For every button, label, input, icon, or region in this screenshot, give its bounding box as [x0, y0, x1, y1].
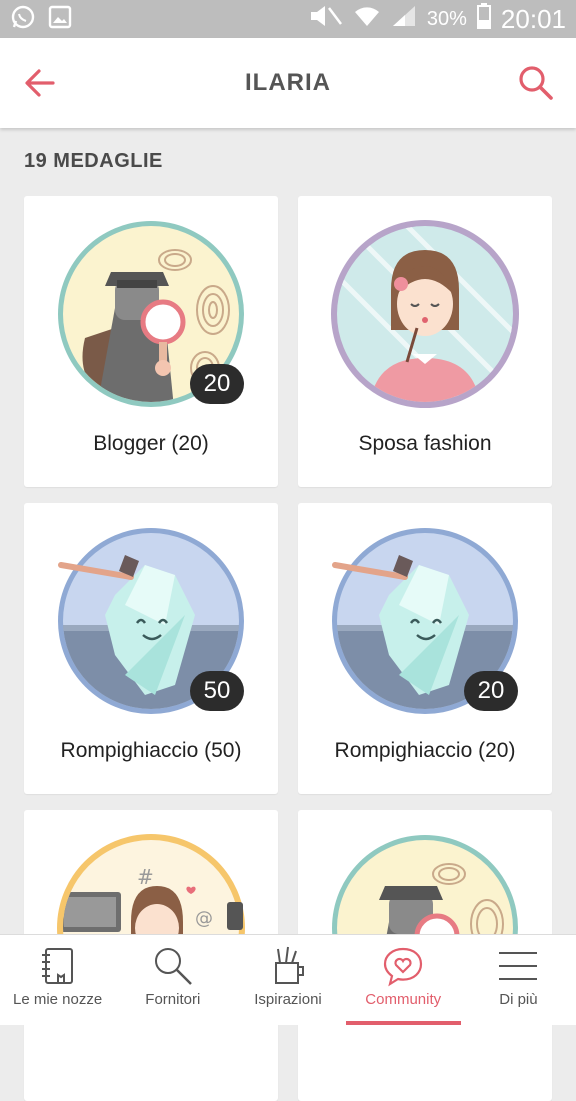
menu-icon	[499, 952, 538, 980]
battery-percent: 30%	[426, 7, 467, 30]
medal-count-heading: 19 MEDAGLIE	[24, 150, 163, 172]
svg-text:@: @	[195, 908, 213, 929]
nav-label: Le mie nozze	[12, 991, 103, 1008]
search-icon	[519, 66, 553, 100]
medal-label: Rompighiaccio (50)	[60, 739, 242, 762]
nav-ispirazioni[interactable]: Ispirazioni	[230, 935, 345, 1025]
page-title: ILARIA	[245, 69, 331, 96]
svg-text:#: #	[137, 865, 154, 889]
nav-community[interactable]: Community	[345, 935, 462, 1025]
medal-card-blogger[interactable]: 20 Blogger (20)	[24, 196, 278, 487]
nav-label: Community	[365, 991, 442, 1008]
medal-card-rompighiaccio-50[interactable]: 50 Rompighiaccio (50)	[24, 503, 278, 794]
back-button[interactable]	[18, 61, 62, 105]
nav-label: Ispirazioni	[254, 991, 322, 1008]
bottom-navigation: Le mie nozze Fornitori Ispirazioni Commu…	[0, 934, 576, 1025]
nav-le-mie-nozze[interactable]: Le mie nozze	[0, 935, 115, 1025]
nav-label: Di più	[499, 991, 538, 1008]
nav-di-piu[interactable]: Di più	[461, 935, 576, 1025]
medal-count-badge: 20	[464, 671, 518, 711]
nav-label: Fornitori	[145, 991, 201, 1008]
medal-card-sposa-fashion[interactable]: Sposa fashion	[298, 196, 552, 487]
heart-chat-icon	[384, 947, 423, 987]
battery-icon	[476, 3, 491, 35]
search-icon	[154, 948, 192, 985]
medal-label: Blogger (20)	[93, 432, 209, 455]
status-bar: 30% 20:01	[0, 0, 576, 38]
app-header: ILARIA	[0, 38, 576, 128]
arrow-left-icon	[25, 69, 55, 97]
medal-label: Sposa fashion	[358, 432, 492, 455]
medal-card-rompighiaccio-20[interactable]: 20 Rompighiaccio (20)	[298, 503, 552, 794]
nav-fornitori[interactable]: Fornitori	[115, 935, 230, 1025]
medal-count-badge: 20	[190, 364, 244, 404]
search-button[interactable]	[514, 61, 558, 105]
pencil-cup-icon	[275, 946, 304, 984]
gallery-icon	[48, 5, 72, 34]
medal-count-badge: 50	[190, 671, 244, 711]
signal-icon	[391, 4, 417, 34]
clock: 20:01	[500, 3, 566, 34]
medal-label: Rompighiaccio (20)	[334, 739, 516, 762]
wifi-icon	[353, 4, 381, 34]
mute-icon	[307, 4, 343, 34]
whatsapp-icon	[10, 4, 36, 35]
bride-medal-icon	[331, 220, 519, 408]
notebook-icon	[41, 948, 73, 984]
